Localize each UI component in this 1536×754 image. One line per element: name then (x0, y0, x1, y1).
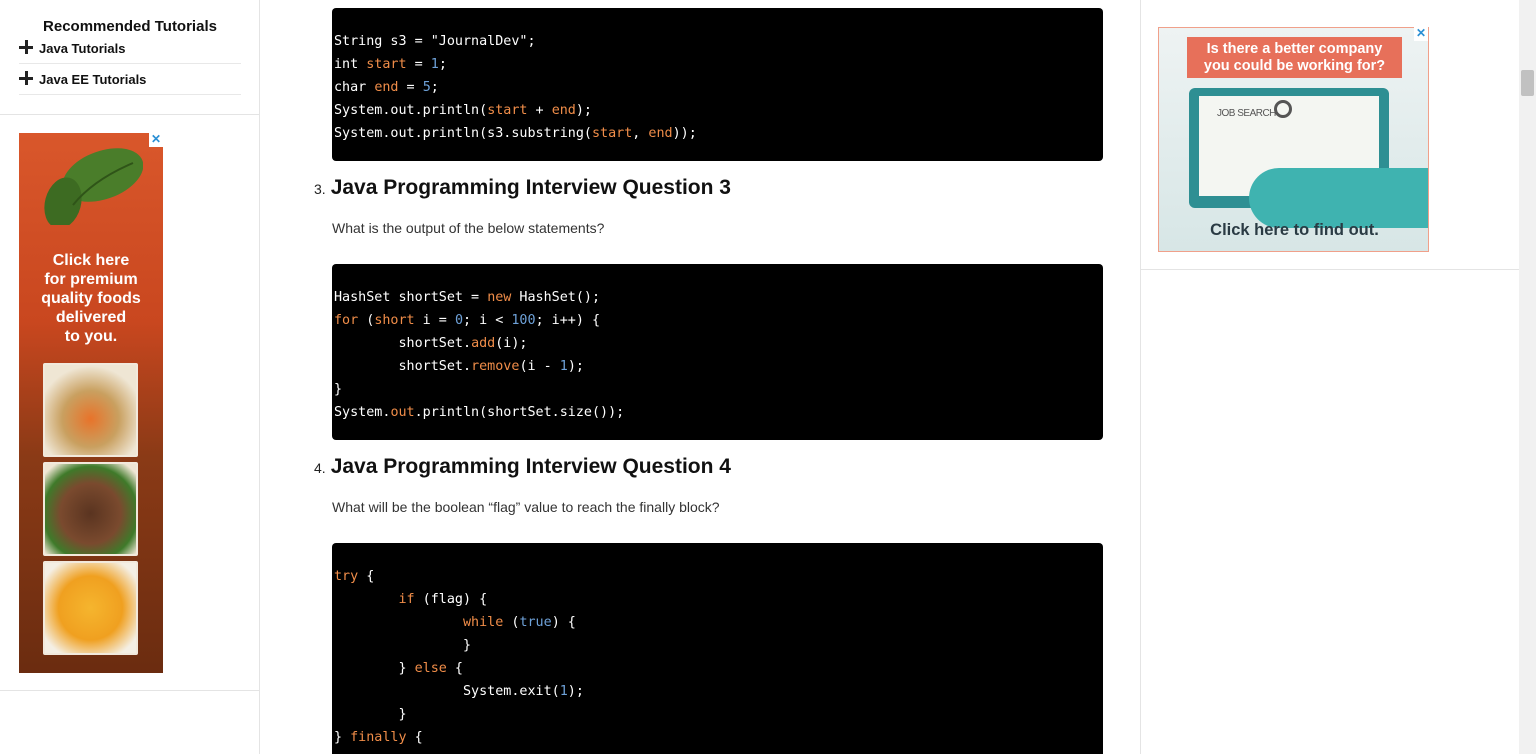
code-line: char end = 5; (334, 80, 439, 95)
question-4-text: What will be the boolean “flag” value to… (332, 499, 720, 515)
question-4-title: Java Programming Interview Question 4 (330, 455, 731, 478)
code-line: String s3 = "JournalDev"; (334, 34, 536, 49)
sidebar-item-label: Java EE Tutorials (39, 72, 147, 87)
close-icon[interactable]: ✕ (149, 133, 163, 147)
hand-image (1249, 168, 1428, 228)
ad-right-headline: Is there a better company you could be w… (1187, 37, 1402, 78)
plus-icon (19, 39, 33, 54)
code-line: HashSet shortSet = new HashSet(); (334, 290, 601, 305)
code-line: } else { (334, 661, 463, 676)
ad-left-text: Click here for premium quality foods del… (41, 252, 141, 345)
ad-right-cta: Click here to find out. (1210, 221, 1379, 239)
ad-banner-right[interactable]: Is there a better company you could be w… (1158, 27, 1429, 252)
code-line: if (flag) { (398, 592, 488, 607)
sidebar-divider (1140, 269, 1519, 270)
close-icon[interactable]: ✕ (1414, 27, 1428, 41)
food-image (43, 561, 138, 655)
code-line: } (334, 382, 343, 397)
code-block: try { if (flag) { while (true) { } } els… (332, 543, 1103, 754)
code-line: try { (334, 569, 375, 584)
code-line: } finally { (334, 730, 423, 745)
food-image (43, 363, 138, 457)
code-line: } (334, 638, 472, 653)
basil-leaf-image (44, 148, 143, 225)
scrollbar-track[interactable] (1519, 0, 1536, 754)
code-line: System.exit(1); (334, 684, 584, 699)
ad-banner-left[interactable]: Click here for premium quality foods del… (19, 133, 163, 673)
sidebar-item-java-ee-tutorials[interactable]: Java EE Tutorials (19, 65, 241, 95)
code-line: System.out.println(shortSet.size()); (334, 405, 625, 420)
code-line: shortSet.add(i); (334, 336, 528, 351)
code-line: for (short i = 0; i < 100; i++) { (334, 313, 601, 328)
food-image (43, 462, 138, 556)
job-search-label: JOB SEARCH (1217, 108, 1276, 119)
sidebar-item-label: Java Tutorials (39, 41, 126, 56)
scrollbar-thumb[interactable] (1521, 70, 1534, 96)
sidebar-item-java-tutorials[interactable]: Java Tutorials (19, 34, 241, 64)
plus-icon (19, 70, 33, 85)
code-block: HashSet shortSet = new HashSet(); for (s… (332, 264, 1103, 440)
code-block: String s3 = "JournalDev"; int start = 1;… (332, 8, 1103, 161)
sidebar-divider (0, 690, 259, 691)
recommended-tutorials-title: Recommended Tutorials (43, 18, 217, 35)
code-line: } (334, 707, 407, 722)
magnifier-icon (1274, 100, 1292, 118)
code-line: while (true) { (463, 615, 576, 630)
sidebar-divider (0, 114, 259, 115)
question-3-text: What is the output of the below statemen… (332, 220, 605, 236)
question-3-heading: 3. Java Programming Interview Question 3 (314, 176, 731, 199)
code-line: System.out.println(s3.substring(start, e… (334, 126, 697, 141)
code-line: shortSet.remove(i - 1); (334, 359, 584, 374)
code-line: int start = 1; (334, 57, 447, 72)
code-line: System.out.println(start + end); (334, 103, 592, 118)
question-3-title: Java Programming Interview Question 3 (330, 176, 731, 199)
question-4-heading: 4. Java Programming Interview Question 4 (314, 455, 731, 478)
